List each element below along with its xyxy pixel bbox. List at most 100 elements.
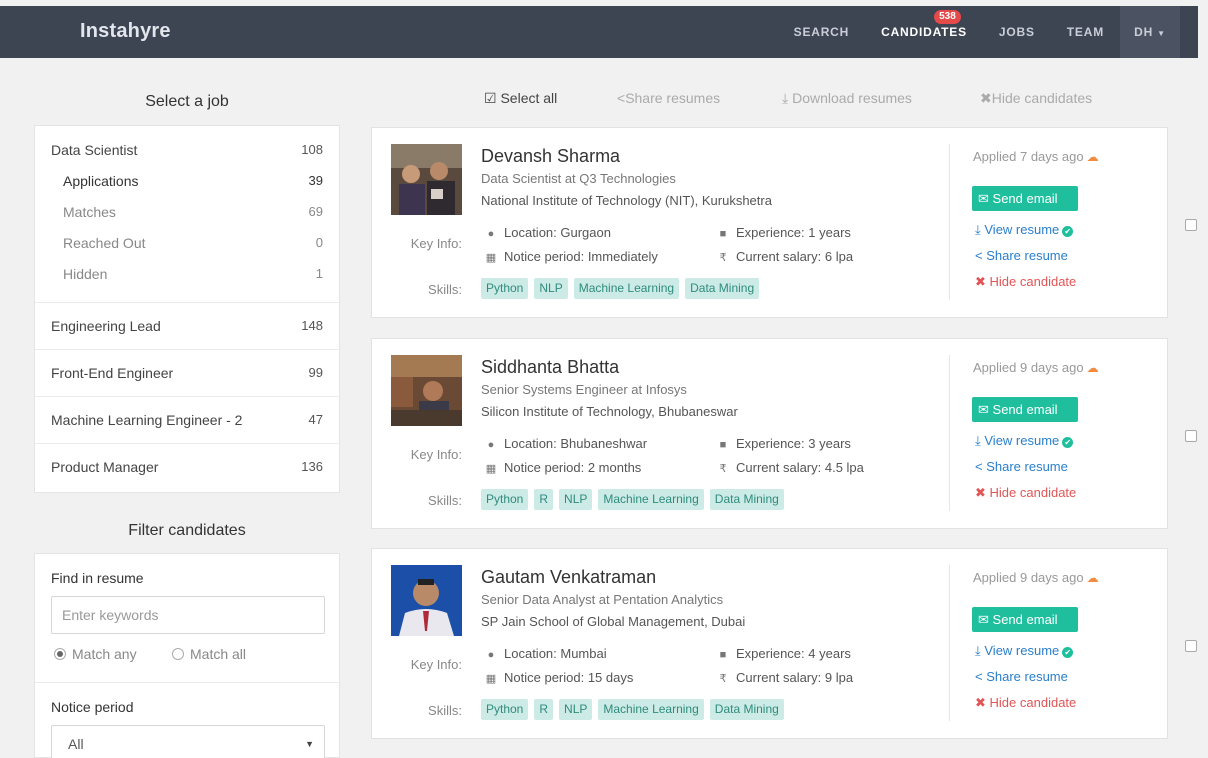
share-icon: < (617, 90, 626, 106)
envelope-icon: ✉ (978, 191, 989, 206)
view-resume-link[interactable]: ⤓ View resume ✔ (975, 222, 1074, 238)
user-menu[interactable]: DH ▼ (1120, 6, 1180, 58)
skills-list: Python NLP Machine Learning Data Mining (481, 278, 765, 299)
job-name[interactable]: Data Scientist (51, 142, 137, 158)
candidate-name[interactable]: Gautam Venkatraman (481, 567, 656, 588)
notice-period-select[interactable]: All ▼ (51, 725, 325, 758)
nav-candidates[interactable]: CANDIDATES 538 (865, 6, 983, 58)
job-engineering-lead[interactable]: Engineering Lead 148 (35, 303, 339, 350)
candidate-photo[interactable] (391, 565, 462, 636)
match-all-radio[interactable]: Match all (172, 646, 246, 662)
rupee-icon: ₹ (719, 252, 727, 264)
notice-text: Notice period: 2 months (504, 460, 642, 475)
skill-tag: NLP (534, 278, 568, 299)
job-count: 108 (301, 142, 323, 157)
times-icon: ✖ (975, 695, 986, 710)
nav-search[interactable]: SEARCH (778, 6, 865, 58)
hide-candidate-label: Hide candidate (989, 274, 1077, 289)
share-resumes-button[interactable]: <Share resumes (617, 90, 720, 106)
briefcase-icon: ■ (719, 649, 727, 661)
card-divider (949, 565, 950, 721)
map-marker-icon: ● (487, 649, 495, 661)
skills-label: Skills: (428, 282, 462, 297)
job-sub-hidden[interactable]: Hidden 1 (63, 266, 323, 286)
cloud-icon: ☁ (1086, 361, 1099, 375)
nav-team[interactable]: TEAM (1051, 6, 1120, 58)
sub-count: 69 (308, 204, 323, 219)
job-name: Engineering Lead (51, 318, 161, 334)
job-sub-reached-out[interactable]: Reached Out 0 (63, 235, 323, 255)
skill-tag: NLP (559, 699, 593, 720)
candidate-select-checkbox[interactable] (1185, 219, 1197, 231)
hide-candidate-link[interactable]: ✖ Hide candidate (975, 274, 1076, 290)
caret-down-icon: ▼ (305, 739, 314, 749)
job-count: 99 (308, 365, 323, 380)
view-resume-link[interactable]: ⤓ View resume ✔ (975, 433, 1074, 449)
skill-tag: Data Mining (709, 489, 784, 510)
send-email-button[interactable]: ✉ Send email (972, 397, 1078, 422)
hide-candidate-link[interactable]: ✖ Hide candidate (975, 485, 1076, 501)
share-resume-label: Share resume (986, 459, 1068, 474)
share-resume-link[interactable]: < Share resume (975, 669, 1068, 684)
skill-tag: Machine Learning (573, 278, 680, 299)
top-nav-bar: Instahyre SEARCH CANDIDATES 538 JOBS TEA… (0, 6, 1198, 58)
hide-candidates-button[interactable]: ✖Hide candidates (980, 90, 1092, 107)
filter-candidates-heading: Filter candidates (128, 522, 246, 539)
keyword-search-input[interactable] (51, 596, 325, 634)
job-sub-matches[interactable]: Matches 69 (63, 204, 323, 224)
candidate-select-checkbox[interactable] (1185, 640, 1197, 652)
candidate-school: Silicon Institute of Technology, Bhubane… (481, 404, 738, 419)
rupee-icon: ₹ (719, 463, 727, 475)
view-resume-link[interactable]: ⤓ View resume ✔ (975, 643, 1074, 659)
times-icon: ✖ (975, 274, 986, 289)
applied-date: Applied 9 days ago ☁ (973, 570, 1099, 585)
match-any-radio[interactable]: Match any (54, 646, 137, 662)
candidate-photo[interactable] (391, 355, 462, 426)
sub-count: 1 (315, 266, 323, 281)
job-front-end-engineer[interactable]: Front-End Engineer 99 (35, 350, 339, 397)
candidate-name[interactable]: Devansh Sharma (481, 146, 620, 167)
download-icon: ⤓ (782, 90, 789, 106)
candidate-experience: ■ Experience: 4 years (716, 646, 851, 661)
times-icon: ✖ (980, 90, 992, 106)
download-resumes-button[interactable]: ⤓ Download resumes (782, 90, 912, 107)
job-name: Front-End Engineer (51, 365, 174, 381)
location-text: Location: Mumbai (504, 646, 607, 661)
candidate-select-checkbox[interactable] (1185, 430, 1197, 442)
skills-label: Skills: (428, 703, 462, 718)
location-text: Location: Bhubaneshwar (504, 436, 648, 451)
send-email-button[interactable]: ✉ Send email (972, 607, 1078, 632)
candidate-school: National Institute of Technology (NIT), … (481, 193, 772, 208)
briefcase-icon: ■ (719, 228, 727, 240)
nav-candidates-label: CANDIDATES (881, 25, 967, 39)
job-machine-learning-engineer[interactable]: Machine Learning Engineer - 2 47 (35, 397, 339, 444)
calendar-icon: ▦ (485, 673, 497, 685)
send-email-button[interactable]: ✉ Send email (972, 186, 1078, 211)
job-count: 136 (301, 459, 323, 474)
candidate-name[interactable]: Siddhanta Bhatta (481, 357, 619, 378)
radio-selected-icon (54, 648, 66, 660)
hide-candidate-label: Hide candidate (989, 485, 1077, 500)
nav-jobs[interactable]: JOBS (983, 6, 1051, 58)
job-count: 148 (301, 318, 323, 333)
brand-logo[interactable]: Instahyre (80, 20, 171, 43)
share-resumes-label: Share resumes (625, 90, 721, 106)
hide-candidate-label: Hide candidate (989, 695, 1077, 710)
job-sub-applications[interactable]: Applications 39 (63, 173, 323, 193)
select-all-button[interactable]: ☑ Select all (484, 90, 557, 107)
calendar-icon: ▦ (485, 252, 497, 264)
hide-candidate-link[interactable]: ✖ Hide candidate (975, 695, 1076, 711)
candidate-photo[interactable] (391, 144, 462, 215)
skill-tag: Python (481, 278, 529, 299)
map-marker-icon: ● (487, 228, 495, 240)
share-resume-link[interactable]: < Share resume (975, 248, 1068, 263)
match-any-label: Match any (72, 646, 137, 662)
share-resume-link[interactable]: < Share resume (975, 459, 1068, 474)
send-email-label: Send email (992, 402, 1058, 417)
candidate-card: Siddhanta Bhatta Senior Systems Engineer… (371, 338, 1197, 529)
key-info-label: Key Info: (410, 447, 462, 462)
candidate-location: ● Location: Gurgaon (484, 225, 611, 240)
times-icon: ✖ (975, 485, 986, 500)
caret-down-icon: ▼ (1157, 29, 1166, 38)
job-product-manager[interactable]: Product Manager 136 (35, 444, 339, 491)
